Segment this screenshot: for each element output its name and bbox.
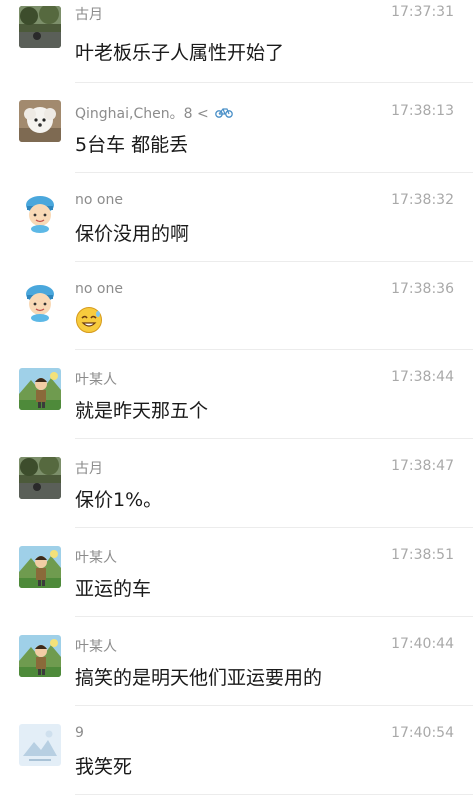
divider [75,616,473,617]
avatar-cartoon-hiker[interactable] [19,635,61,677]
sender-name: 叶某人 [75,639,117,655]
message-time: 17:38:51 [391,547,454,563]
message-text: 就是昨天那五个 [75,400,209,422]
avatar-landscape-photo[interactable] [19,6,61,48]
message-item[interactable]: 9 17:40:54 我笑死 [0,707,473,795]
divider [75,82,473,83]
message-list: 古月 17:37:31 叶老板乐子人属性开始了 Qinghai,Chen。8 < [0,0,473,800]
avatar-cartoon-boy[interactable] [19,191,61,233]
avatar-cartoon-hiker[interactable] [19,546,61,588]
divider [75,349,473,350]
message-time: 17:38:32 [391,192,454,208]
message-item[interactable]: no one 17:38:36 [0,262,473,350]
sender-name-text: Qinghai,Chen。8 < [75,106,209,122]
divider [75,794,473,795]
message-text: 保价没用的啊 [75,223,190,245]
bicycle-icon [215,106,233,122]
message-time: 17:40:44 [391,636,454,652]
divider [75,527,473,528]
message-text: 亚运的车 [75,578,152,600]
message-time: 17:38:36 [391,281,454,297]
message-item[interactable]: no one 17:38:32 保价没用的啊 [0,173,473,261]
message-item[interactable]: Qinghai,Chen。8 < 17:38:13 5台车 都能丢 [0,84,473,172]
message-text: 搞笑的是明天他们亚运要用的 [75,667,323,689]
message-text: 叶老板乐子人属性开始了 [75,42,285,64]
message-item[interactable]: 叶某人 17:38:51 亚运的车 [0,529,473,617]
avatar-white-dog-photo[interactable] [19,100,61,142]
message-time: 17:38:47 [391,458,454,474]
sender-name: Qinghai,Chen。8 < [75,103,233,123]
sender-name: no one [75,281,123,297]
message-text: 我笑死 [75,756,133,778]
sender-name: 古月 [75,461,103,477]
avatar-cartoon-boy[interactable] [19,280,61,322]
sender-name: 叶某人 [75,550,117,566]
avatar-landscape-photo[interactable] [19,457,61,499]
sweat-smile-emoji [75,306,103,334]
message-item[interactable]: 叶某人 17:38:44 就是昨天那五个 [0,351,473,439]
message-time: 17:38:44 [391,369,454,385]
divider [75,705,473,706]
message-time: 17:38:13 [391,103,454,119]
sender-name: 叶某人 [75,372,117,388]
sender-name: 9 [75,725,84,741]
sender-name: 古月 [75,7,103,23]
avatar-cartoon-hiker[interactable] [19,368,61,410]
message-time: 17:40:54 [391,725,454,741]
message-text: 保价1%。 [75,489,163,511]
divider [75,438,473,439]
message-item[interactable]: 古月 17:38:47 保价1%。 [0,440,473,528]
sender-name: no one [75,192,123,208]
message-item[interactable]: 古月 17:37:31 叶老板乐子人属性开始了 [0,0,473,78]
message-emoji [75,306,103,339]
message-item[interactable]: 叶某人 17:40:44 搞笑的是明天他们亚运要用的 [0,618,473,706]
avatar-default-placeholder[interactable] [19,724,61,766]
message-text: 5台车 都能丢 [75,134,189,156]
message-time: 17:37:31 [391,4,454,20]
